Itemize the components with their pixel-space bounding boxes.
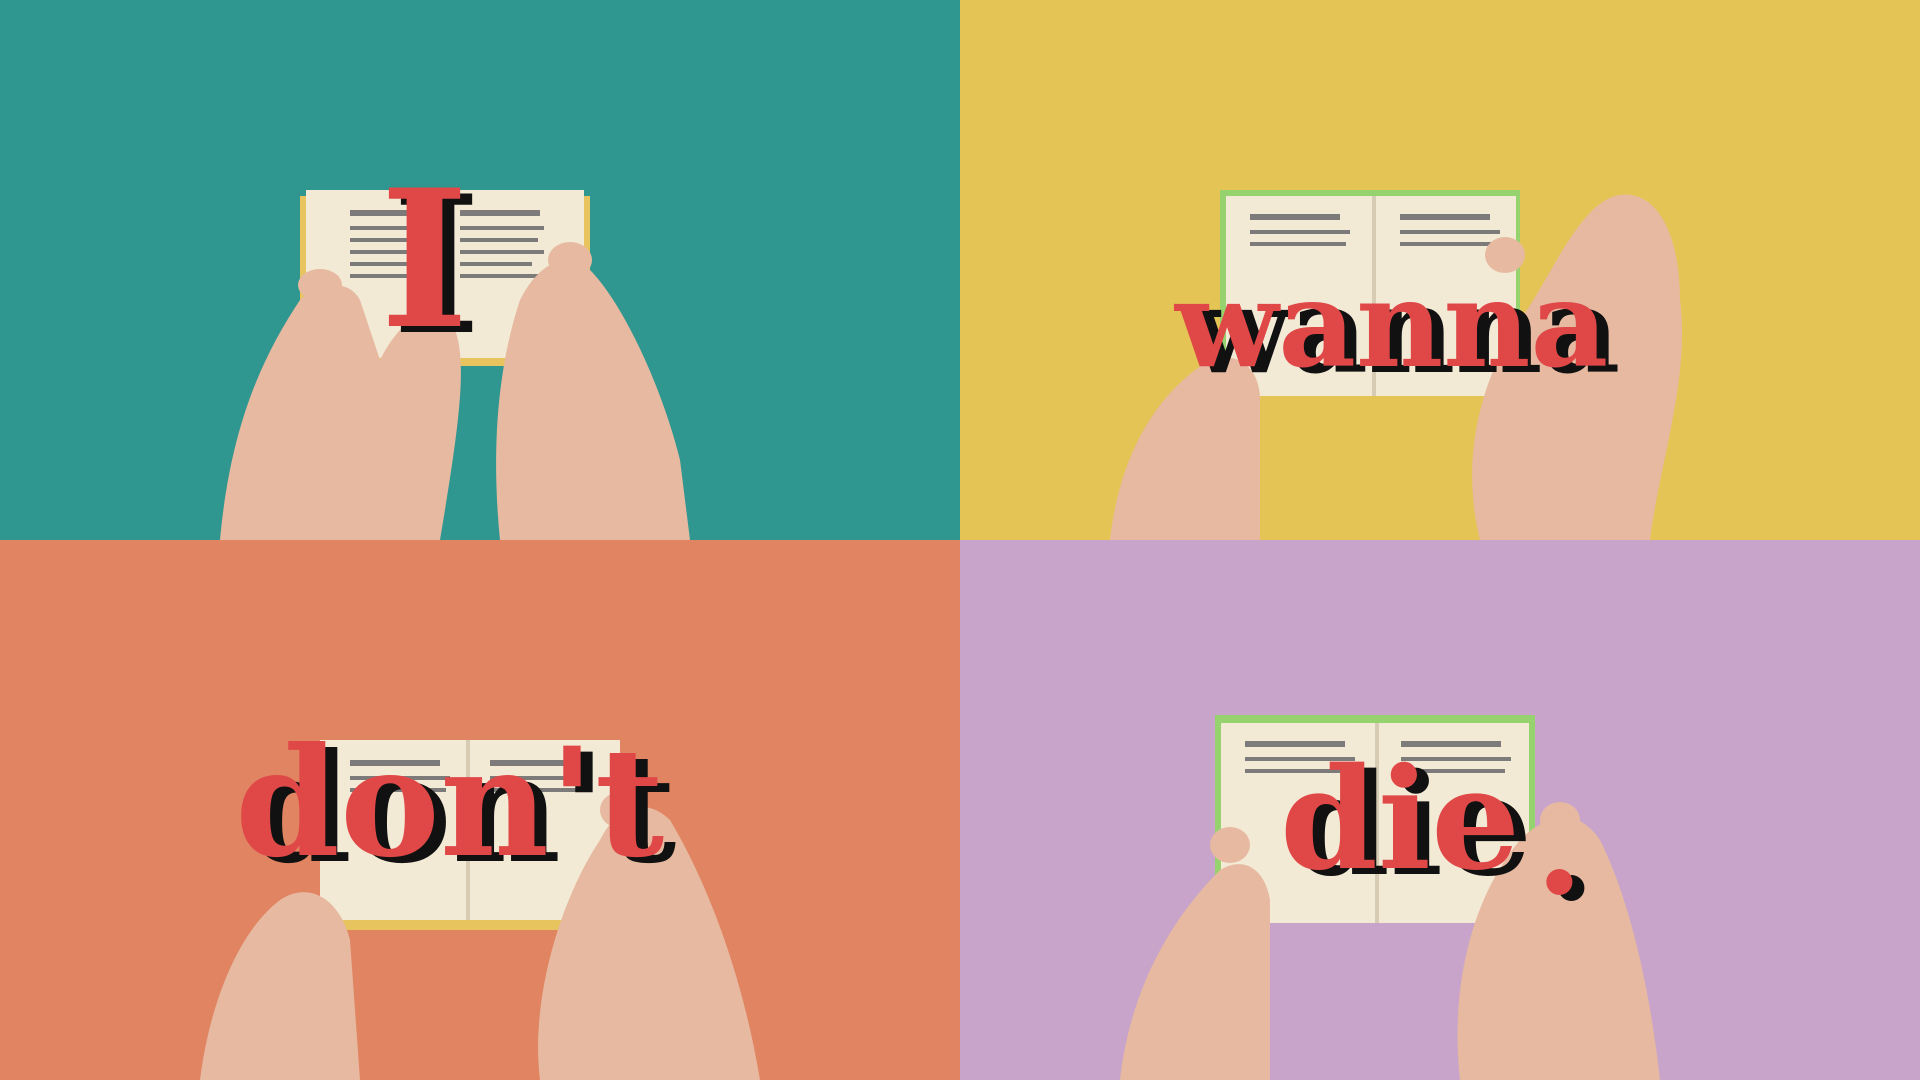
lyric-word: don't don't — [235, 728, 676, 884]
four-panel-grid: I I wanna wanna don't don't die die . . — [0, 0, 1920, 1080]
word-front: die — [1280, 738, 1521, 902]
lyric-word: I I — [380, 165, 481, 361]
word-front: I — [380, 148, 469, 371]
word-front: wanna — [1175, 254, 1609, 395]
word-front: don't — [235, 715, 665, 891]
panel-bottom-left: don't don't — [0, 540, 960, 1080]
lyric-word: die die — [1280, 750, 1532, 896]
period-front: . — [1535, 763, 1584, 927]
panel-top-right: wanna wanna — [960, 0, 1920, 540]
panel-bottom-right: die die . . — [960, 540, 1920, 1080]
punctuation-period: . . — [1535, 775, 1596, 921]
panel-top-left: I I — [0, 0, 960, 540]
lyric-word: wanna wanna — [1175, 265, 1620, 391]
